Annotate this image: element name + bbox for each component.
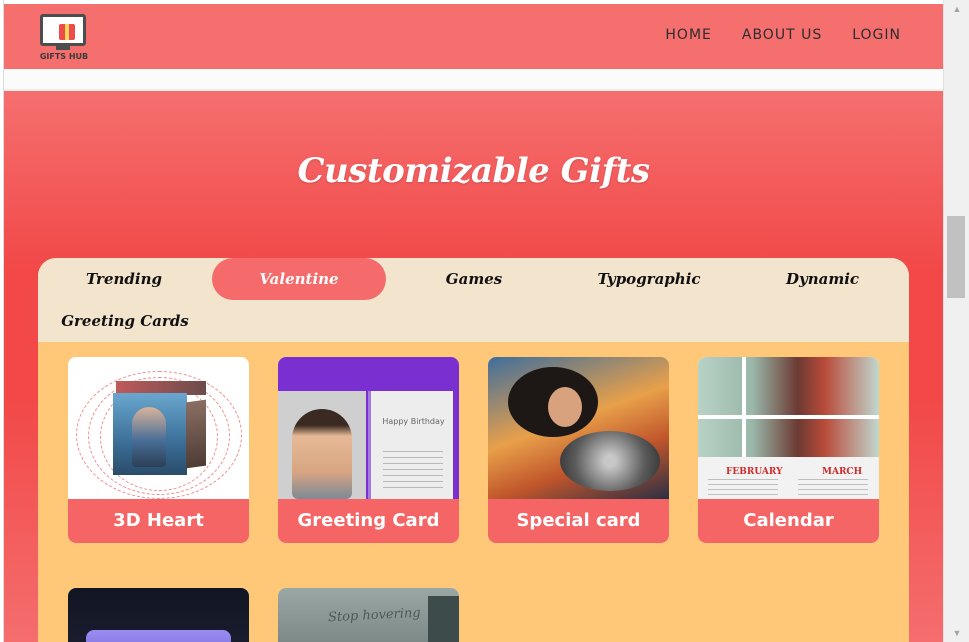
tab-dynamic[interactable]: Dynamic <box>736 258 909 300</box>
tab-trending[interactable]: Trending <box>38 258 210 300</box>
scroll-down-arrow-icon[interactable]: ▼ <box>944 624 969 642</box>
scroll-up-arrow-icon[interactable]: ▲ <box>944 0 969 18</box>
dark-preview-image <box>68 588 249 642</box>
gifts-hub-logo[interactable]: GIFTS HUB <box>36 12 92 64</box>
nav-about-us-link[interactable]: ABOUT US <box>742 27 822 43</box>
gift-icon <box>59 24 75 40</box>
header-divider-strip <box>4 69 943 91</box>
tab-valentine[interactable]: Valentine <box>212 258 386 300</box>
greeting-card-preview-image: Happy Birthday <box>278 357 459 499</box>
special-card-preview-image <box>488 357 669 499</box>
logo-text: GIFTS HUB <box>39 52 89 61</box>
greeting-heading: Happy Birthday <box>382 417 445 426</box>
tab-games[interactable]: Games <box>388 258 560 300</box>
hover-preview-image: Stop hovering <box>278 588 459 642</box>
nav-links: HOME ABOUT US LOGIN <box>665 27 901 43</box>
monitor-stand <box>56 46 70 50</box>
gift-category-panel: Trending Valentine Games Typographic Dyn… <box>38 258 909 642</box>
window-frame-left <box>0 0 4 642</box>
card-label: Greeting Card <box>278 499 459 543</box>
hero-section: Customizable Gifts Trending Valentine Ga… <box>4 91 943 642</box>
card-label: Calendar <box>698 499 879 543</box>
page-title: Customizable Gifts <box>297 151 650 191</box>
vertical-scrollbar[interactable]: ▲ ▼ <box>943 0 969 642</box>
page-viewport: GIFTS HUB HOME ABOUT US LOGIN Customizab… <box>4 4 943 642</box>
tab-greeting-cards[interactable]: Greeting Cards <box>38 300 212 342</box>
calendar-preview-image: FEBRUARY MARCH <box>698 357 879 499</box>
category-tabs: Trending Valentine Games Typographic Dyn… <box>38 258 909 342</box>
tab-typographic[interactable]: Typographic <box>562 258 736 300</box>
card-label: 3D Heart <box>68 499 249 543</box>
scroll-thumb[interactable] <box>947 216 965 298</box>
nav-login-link[interactable]: LOGIN <box>852 27 901 43</box>
gift-card-partial-dark[interactable] <box>68 588 249 642</box>
nav-home-link[interactable]: HOME <box>665 27 711 43</box>
3d-heart-preview-image <box>68 357 249 499</box>
card-label: Special card <box>488 499 669 543</box>
calendar-month-march: MARCH <box>822 467 863 477</box>
window-frame-top <box>0 0 969 4</box>
gift-card-3d-heart[interactable]: 3D Heart <box>68 357 249 543</box>
gift-card-special-card[interactable]: Special card <box>488 357 669 543</box>
calendar-month-february: FEBRUARY <box>726 467 783 477</box>
monitor-icon <box>40 14 86 46</box>
gift-card-partial-hover[interactable]: Stop hovering <box>278 588 459 642</box>
gift-card-greeting-card[interactable]: Happy Birthday Greeting Card <box>278 357 459 543</box>
navbar: GIFTS HUB HOME ABOUT US LOGIN <box>4 4 943 69</box>
gift-card-calendar[interactable]: FEBRUARY MARCH Calendar <box>698 357 879 543</box>
hover-preview-text: Stop hovering <box>327 605 422 626</box>
